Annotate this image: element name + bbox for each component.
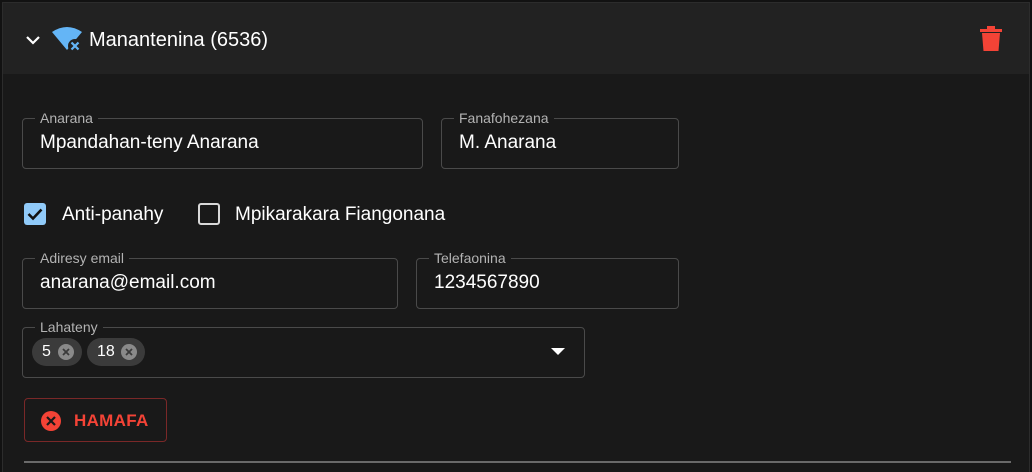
abbreviation-input[interactable]: M. Anarana — [459, 132, 556, 154]
phone-field-label: Telefaonina — [429, 249, 511, 267]
elder-checkbox[interactable] — [24, 203, 46, 225]
name-input[interactable]: Mpandahan-teny Anarana — [40, 132, 259, 154]
dropdown-arrow-icon[interactable] — [551, 348, 565, 356]
elder-checkbox-label: Anti-panahy — [62, 204, 164, 225]
email-input[interactable]: anarana@email.com — [40, 272, 216, 294]
chip-remove-icon[interactable] — [58, 344, 74, 360]
cancel-circle-icon — [41, 411, 61, 431]
abbreviation-field[interactable]: Fanafohezana M. Anarana — [441, 109, 679, 169]
speaker-panel: Manantenina (6536) Anarana Mpandahan-ten… — [2, 2, 1030, 472]
panel-header[interactable]: Manantenina (6536) — [3, 3, 1029, 74]
divider — [24, 461, 1011, 463]
wifi-off-icon — [52, 27, 82, 53]
email-field[interactable]: Adiresy email anarana@email.com — [22, 249, 398, 309]
name-field[interactable]: Anarana Mpandahan-teny Anarana — [22, 109, 423, 169]
chip-remove-icon[interactable] — [121, 344, 137, 360]
talk-chip[interactable]: 5 — [32, 338, 82, 366]
servant-checkbox-label: Mpikarakara Fiangonana — [235, 204, 446, 225]
talks-select-label: Lahateny — [35, 318, 103, 336]
cancel-button-label: HAMAFA — [74, 411, 149, 430]
talk-chip[interactable]: 18 — [87, 338, 145, 366]
trash-icon[interactable] — [978, 25, 1004, 53]
talk-chip-label: 18 — [97, 343, 115, 360]
phone-field[interactable]: Telefaonina 1234567890 — [416, 249, 679, 309]
talk-chip-label: 5 — [42, 343, 51, 360]
panel-title: Manantenina (6536) — [89, 29, 269, 51]
servant-checkbox[interactable] — [198, 203, 220, 225]
name-field-label: Anarana — [35, 109, 98, 127]
abbreviation-field-label: Fanafohezana — [454, 109, 554, 127]
cancel-button[interactable]: HAMAFA — [24, 398, 167, 442]
email-field-label: Adiresy email — [35, 249, 130, 267]
talks-select[interactable]: Lahateny 5 18 — [22, 318, 585, 378]
phone-input[interactable]: 1234567890 — [434, 272, 540, 294]
chevron-down-icon[interactable] — [24, 31, 42, 49]
check-icon — [27, 208, 43, 221]
